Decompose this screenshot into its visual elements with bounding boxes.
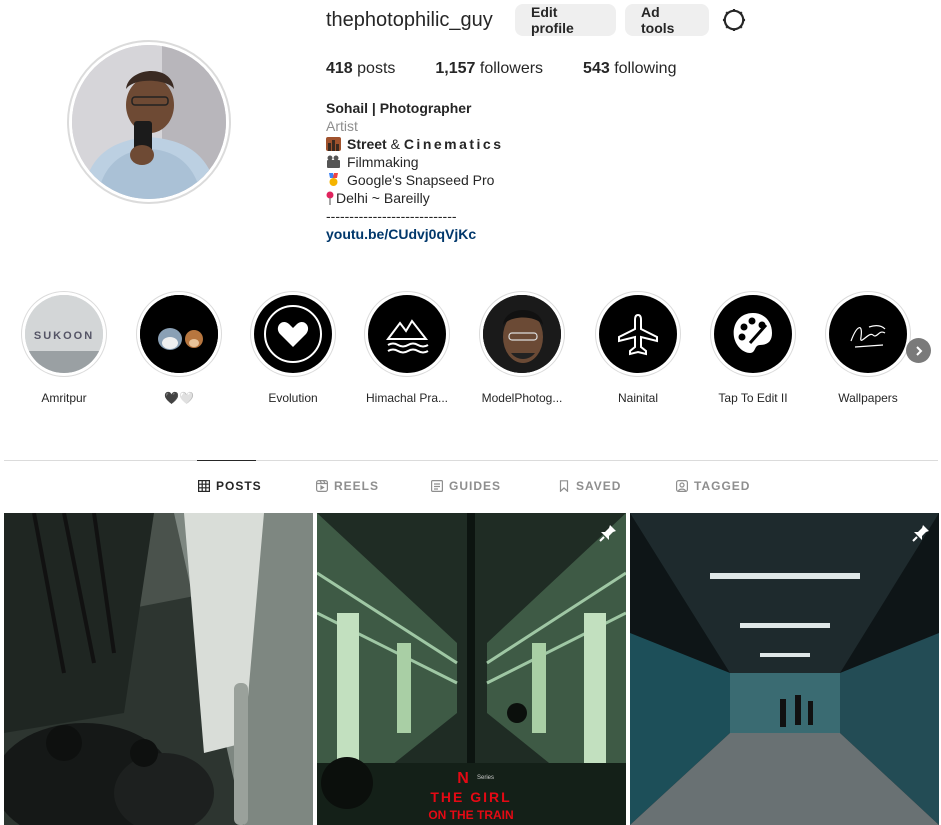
tag-user-icon xyxy=(676,480,688,492)
post-thumbnail[interactable] xyxy=(630,513,939,825)
highlight-ring xyxy=(479,291,565,377)
bio-separator: ---------------------------- xyxy=(326,208,457,224)
tab-label: SAVED xyxy=(576,479,622,493)
bio-line: Street & Cinematics xyxy=(326,135,504,153)
ad-tools-button[interactable]: Ad tools xyxy=(625,4,709,36)
bio-and: & xyxy=(386,136,404,152)
city-sunset-icon xyxy=(326,137,341,151)
bio-line: Delhi ~ Bareilly xyxy=(326,189,504,207)
bio-line: Filmmaking xyxy=(326,153,504,171)
post-title-line1: THE GIRL xyxy=(430,789,511,805)
highlight-label: ModelPhotog... xyxy=(481,391,563,405)
post-thumbnail[interactable] xyxy=(4,513,313,825)
highlight-cover-text: SUKOON xyxy=(34,330,94,342)
followers-count: 1,157 xyxy=(435,60,476,77)
settings-gear-icon[interactable] xyxy=(721,7,747,33)
grid-icon xyxy=(198,480,210,492)
bio-snapseed: Google's Snapseed Pro xyxy=(347,172,495,188)
tab-reels[interactable]: REELS xyxy=(316,479,379,493)
post-title-line2: ON THE TRAIN xyxy=(428,808,513,822)
edit-profile-button[interactable]: Edit profile xyxy=(515,4,616,36)
heart-icon xyxy=(254,295,332,373)
tab-saved[interactable]: SAVED xyxy=(558,479,621,493)
pinned-icon xyxy=(598,523,618,548)
highlight-item[interactable]: ModelPhotog... xyxy=(467,291,577,405)
following-count: 543 xyxy=(583,60,610,77)
active-tab-indicator xyxy=(197,460,256,461)
bio-name: Sohail | Photographer xyxy=(326,100,472,116)
followers-stat[interactable]: 1,157 followers xyxy=(435,60,543,78)
followers-label: followers xyxy=(479,60,544,77)
guides-icon xyxy=(431,480,443,492)
tabs-divider xyxy=(4,460,938,461)
medal-icon xyxy=(326,173,341,187)
avatar xyxy=(72,45,226,199)
bio-cinematics: Cinematics xyxy=(403,136,504,152)
highlight-label: 🖤🤍 xyxy=(164,391,194,405)
chevron-right-icon xyxy=(915,345,922,356)
highlight-ring xyxy=(825,291,911,377)
highlight-label: Amritpur xyxy=(41,391,87,405)
highlight-label: Wallpapers xyxy=(838,391,898,405)
bio-street: Street xyxy=(347,136,387,152)
highlight-label: Tap To Edit II xyxy=(718,391,788,405)
pinned-icon xyxy=(911,523,931,548)
posts-label: posts xyxy=(357,60,396,77)
profile-username: thephotophilic_guy xyxy=(326,9,493,31)
bio-category: Artist xyxy=(326,118,358,134)
highlight-ring: SUKOON xyxy=(21,291,107,377)
highlight-item[interactable]: Himachal Pra... xyxy=(352,291,462,405)
post-thumbnail[interactable]: N Series THE GIRL ON THE TRAIN xyxy=(317,513,626,825)
highlight-cover xyxy=(140,295,218,373)
following-label: following xyxy=(614,60,677,77)
series-label: Series xyxy=(477,775,494,781)
bio-link[interactable]: youtu.be/CUdvj0qVjKc xyxy=(326,226,476,242)
bio-filmmaking: Filmmaking xyxy=(347,154,419,170)
story-highlights: SUKOON Amritpur 🖤🤍 Evolution Himachal Pr… xyxy=(0,291,941,411)
highlight-item[interactable]: Tap To Edit II xyxy=(698,291,808,405)
posts-count: 418 xyxy=(326,60,353,77)
tab-tagged[interactable]: TAGGED xyxy=(676,479,750,493)
netflix-badge: N xyxy=(457,770,469,787)
highlight-cover xyxy=(483,295,561,373)
highlight-item[interactable]: Nainital xyxy=(583,291,693,405)
highlight-ring xyxy=(364,291,450,377)
tab-label: POSTS xyxy=(216,479,262,493)
highlight-item[interactable]: SUKOON Amritpur xyxy=(9,291,119,405)
tab-label: TAGGED xyxy=(694,479,751,493)
highlight-item[interactable]: 🖤🤍 xyxy=(124,291,234,405)
bio-line: Google's Snapseed Pro xyxy=(326,171,504,189)
reels-icon xyxy=(316,480,328,492)
highlight-ring xyxy=(250,291,336,377)
highlight-ring xyxy=(136,291,222,377)
profile-bio: Sohail | Photographer Artist Street & Ci… xyxy=(326,99,504,243)
profile-stats: 418 posts 1,157 followers 543 following xyxy=(326,60,716,78)
highlight-item[interactable]: Evolution xyxy=(238,291,348,405)
tab-label: REELS xyxy=(334,479,380,493)
signature-icon xyxy=(829,295,907,373)
mountains-icon xyxy=(368,295,446,373)
highlight-label: Evolution xyxy=(268,391,318,405)
palette-icon xyxy=(714,295,792,373)
highlight-label: Nainital xyxy=(617,391,659,405)
projector-icon xyxy=(326,155,341,169)
airplane-icon xyxy=(599,295,677,373)
highlight-label: Himachal Pra... xyxy=(365,391,449,405)
tab-posts[interactable]: POSTS xyxy=(198,479,262,493)
following-stat[interactable]: 543 following xyxy=(583,60,676,78)
highlights-next-button[interactable] xyxy=(906,338,931,363)
highlight-cover: SUKOON xyxy=(25,295,103,373)
tab-guides[interactable]: GUIDES xyxy=(431,479,501,493)
highlight-ring xyxy=(595,291,681,377)
bio-location: Delhi ~ Bareilly xyxy=(336,190,430,206)
tab-label: GUIDES xyxy=(449,479,502,493)
pin-location-icon xyxy=(326,191,334,205)
posts-stat: 418 posts xyxy=(326,60,395,78)
highlight-ring xyxy=(710,291,796,377)
bookmark-icon xyxy=(559,480,569,492)
profile-avatar-button[interactable] xyxy=(67,40,231,204)
